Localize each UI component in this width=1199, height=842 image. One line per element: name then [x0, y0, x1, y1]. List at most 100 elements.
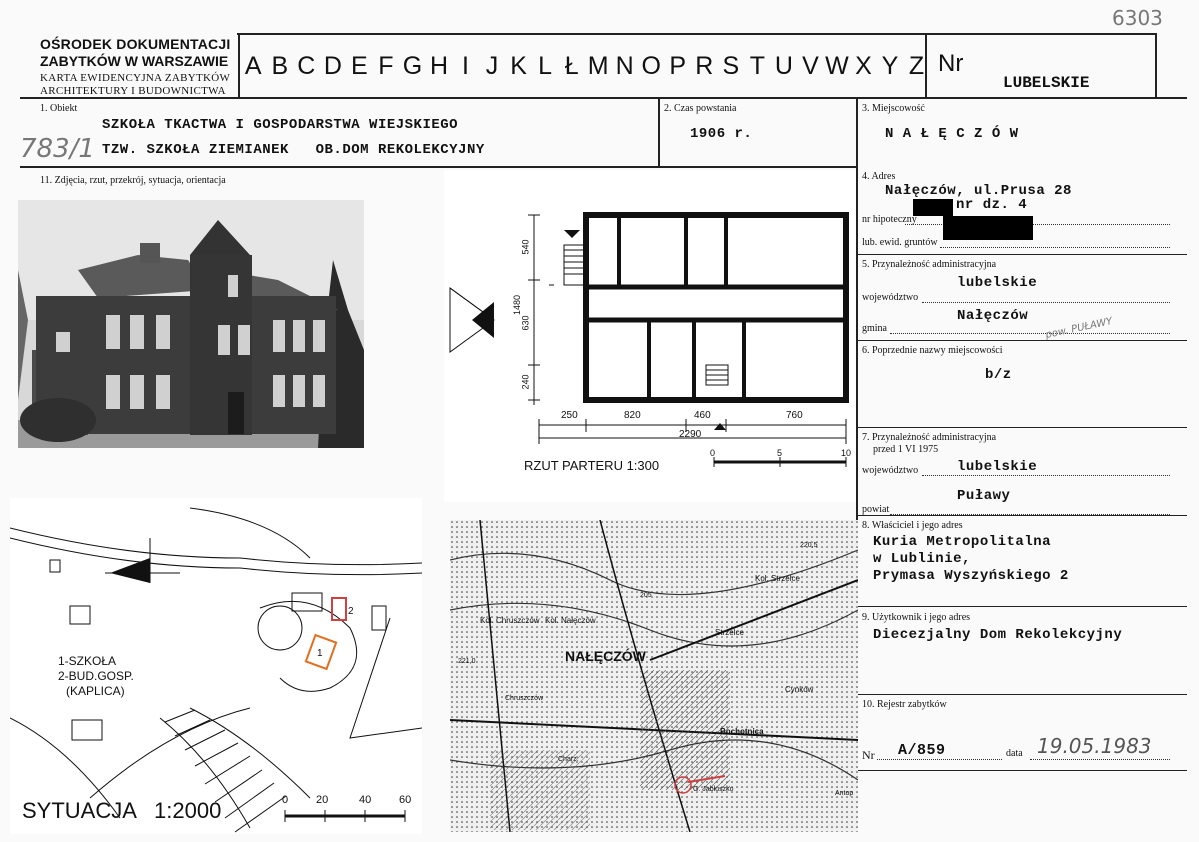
map-label: Cynków	[785, 685, 814, 694]
org-name-line2: ZABYTKÓW W WARSZAWIE	[40, 53, 229, 69]
rejestr-data-label: data	[1006, 748, 1023, 759]
wlasciciel-label: 8. Właściciel i jego adres	[862, 520, 963, 531]
alphabet-index: ABCDEFGHIJKLŁMNOPRSTUVWXYZ	[240, 50, 930, 86]
poprzednie-label: 6. Poprzednie nazwy miejscowości	[862, 345, 1003, 356]
gmina-dots	[890, 333, 1170, 334]
przed-label1: 7. Przynależność administracyjna	[862, 432, 997, 443]
alphabet-letter: Y	[881, 52, 899, 80]
adres-nr-dz: nr dz. 4	[956, 197, 1028, 213]
wlasciciel-line3: Prymasa Wyszyńskiego 2	[873, 568, 1069, 584]
map-label: Charz.	[558, 756, 579, 763]
floor-plan-drawing	[449, 212, 849, 467]
rejestr-label: 10. Rejestr zabytków	[862, 699, 947, 710]
rejestr-data-dots	[1030, 759, 1170, 760]
scale-tick-10: 10	[841, 448, 852, 458]
header-top-border	[237, 33, 1157, 35]
situation-scale-0: 0	[282, 794, 289, 806]
alphabet-letter: B	[271, 52, 289, 80]
map-label: Kol. Strzelce	[755, 574, 800, 583]
alphabet-letter: V	[802, 52, 819, 80]
dim-bottom-3: 460	[694, 410, 711, 421]
nr-label: Nr	[938, 50, 964, 77]
floor-plan-caption: RZUT PARTERU 1:300	[524, 458, 660, 473]
alphabet-letter: O	[641, 52, 661, 80]
card-type-line1: KARTA EWIDENCYJNA ZABYTKÓW	[40, 72, 231, 84]
przed-woj-value: lubelskie	[957, 459, 1038, 475]
redaction-box	[913, 199, 953, 216]
map-label: 220,5	[800, 542, 818, 549]
woj-label: województwo	[862, 292, 919, 303]
map-label: 221,0	[458, 658, 476, 665]
dim-left-1: 540	[520, 239, 531, 255]
topographic-map-drawing	[450, 520, 858, 832]
dim-bottom-2: 820	[624, 410, 641, 421]
zdjecia-label: 11. Zdjęcia, rzut, przekrój, sytuacja, o…	[40, 175, 226, 186]
alphabet-letter: L	[538, 52, 553, 80]
card-type-line2: ARCHITEKTURY I BUDOWNICTWA	[40, 85, 226, 97]
obiekt-handwritten-number: 783/1	[20, 134, 95, 164]
section-divider	[857, 340, 1187, 341]
alphabet-letter: N	[615, 52, 634, 80]
powiat-label: powiat	[862, 504, 890, 515]
grunt-dots	[940, 247, 1170, 248]
situation-scale-60: 60	[399, 794, 412, 806]
row1-divider	[658, 97, 660, 167]
alphabet-letter: Z	[908, 52, 925, 80]
alphabet-letter: G	[402, 52, 423, 80]
rejestr-data-value: 19.05.1983	[1037, 734, 1152, 758]
obiekt-line2: TZW. SZKOŁA ZIEMIANEK OB.DOM REKOLEKCYJN…	[102, 142, 485, 158]
scale-tick-5: 5	[777, 448, 783, 458]
rejestr-nr-value: A/859	[898, 742, 946, 759]
dim-left-2: 630	[520, 315, 531, 331]
alphabet-letter: R	[695, 52, 714, 80]
org-name-line1: OŚRODEK DOKUMENTACJI	[40, 36, 231, 52]
alphabet-letter: K	[510, 52, 527, 80]
situation-legend-3: (KAPLICA)	[66, 684, 125, 698]
rejestr-nr-dots	[877, 759, 1002, 760]
header-bottom-border	[20, 97, 1187, 99]
scale-tick-0: 0	[710, 448, 716, 458]
dim-left-3: 240	[520, 374, 531, 390]
alphabet-letter: T	[749, 52, 765, 80]
building-photo	[18, 200, 364, 448]
situation-plan-panel: 1-SZKOŁA 2-BUD.GOSP. (KAPLICA) SYTUACJA …	[10, 498, 422, 834]
map-town-label: NAŁĘCZÓW	[565, 648, 646, 664]
situation-marker-2: 2	[348, 606, 354, 617]
map-label: Kol. Chruszczów	[480, 616, 540, 625]
powiat-value: Puławy	[957, 488, 1011, 504]
topographic-map-panel: NAŁĘCZÓW Kol. Chruszczów Kol. Nałęczów K…	[450, 520, 858, 832]
alphabet-letter: C	[297, 52, 316, 80]
uzytkownik-label: 9. Użytkownik i jego adres	[862, 612, 971, 623]
dim-bottom-4: 760	[786, 410, 803, 421]
przynaleznosc-label: 5. Przynależność administracyjna	[862, 259, 997, 270]
alphabet-letter: D	[323, 52, 342, 80]
alphabet-letter: F	[378, 52, 394, 80]
obiekt-label: 1. Obiekt	[40, 103, 78, 114]
header-divider	[1155, 33, 1157, 98]
gmina-label: gmina	[862, 323, 887, 334]
section-divider	[857, 770, 1187, 771]
section-divider	[857, 427, 1187, 428]
redaction-box	[943, 216, 1033, 240]
alphabet-letter: S	[722, 52, 740, 80]
alphabet-letter: W	[825, 52, 849, 80]
map-label: Chruszczów	[505, 695, 544, 702]
situation-scale-40: 40	[359, 794, 372, 806]
alphabet-letter: U	[774, 52, 793, 80]
section-divider	[857, 254, 1187, 255]
uzytkownik-value: Diecezjalny Dom Rekolekcyjny	[873, 627, 1123, 643]
wlasciciel-line2: w Lublinie,	[873, 551, 971, 567]
dim-left-total: 1480	[512, 294, 523, 316]
gmina-handwritten: pow. PUŁAWY	[1044, 316, 1114, 341]
map-label: G. Jabłuszko	[693, 786, 734, 793]
rejestr-nr-label: Nr	[862, 748, 875, 762]
situation-caption: SYTUACJA 1:2000	[22, 798, 222, 823]
situation-marker-1: 1	[317, 648, 323, 659]
section-divider	[857, 515, 1187, 516]
region-label: LUBELSKIE	[1003, 74, 1090, 92]
situation-legend-1: 1-SZKOŁA	[58, 654, 117, 668]
situation-scale-20: 20	[316, 794, 329, 806]
alphabet-letter: P	[669, 52, 687, 80]
adres-label: 4. Adres	[862, 171, 896, 182]
woj-dots	[922, 302, 1170, 303]
